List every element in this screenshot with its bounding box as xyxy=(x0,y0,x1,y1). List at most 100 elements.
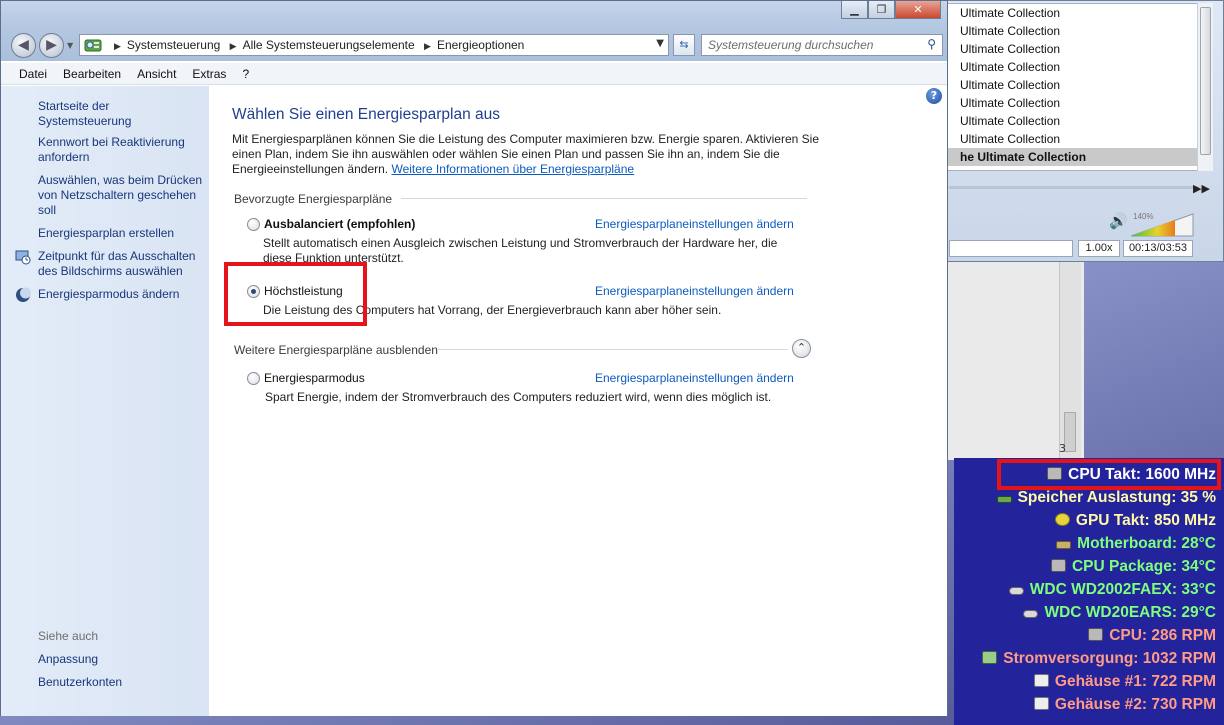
sensor-text: Gehäuse #2: 730 RPM xyxy=(1054,696,1216,713)
help-icon[interactable]: ? xyxy=(926,88,942,104)
scrollbar[interactable] xyxy=(1059,262,1081,460)
volume-percent: 140% xyxy=(1133,212,1154,221)
sensor-psu-fan: Stromversorgung: 1032 RPM xyxy=(982,648,1216,670)
breadcrumb: ▶ Systemsteuerung ▶ Alle Systemsteuerungse… xyxy=(108,35,524,55)
sidebar-link-display-off[interactable]: Zeitpunkt für das Ausschalten des Bildsc… xyxy=(38,249,203,279)
status-field xyxy=(949,240,1073,257)
menu-datei[interactable]: Datei xyxy=(11,63,55,84)
collapse-chevron-up-icon[interactable]: ⌃ xyxy=(792,339,811,358)
plan-radio-power-saver[interactable] xyxy=(247,372,260,385)
task-pane: Startseite der Systemsteuerung Kennwort … xyxy=(1,86,209,716)
seek-bar[interactable] xyxy=(949,186,1199,189)
plan-settings-link[interactable]: Energiesparplaneinstellungen ändern xyxy=(595,284,794,298)
close-button[interactable]: ✕ xyxy=(895,1,941,19)
media-player-window: Ultimate Collection Ultimate Collection … xyxy=(940,0,1224,262)
search-icon[interactable]: ⚲ xyxy=(927,37,936,51)
breadcrumb-item[interactable]: Energieoptionen xyxy=(437,38,524,52)
plan-name[interactable]: Ausbalanciert (empfohlen) xyxy=(264,217,415,231)
sensor-motherboard: Motherboard: 28°C xyxy=(1056,533,1216,555)
search-box[interactable]: ⚲ xyxy=(701,34,943,56)
playlist-item[interactable]: Ultimate Collection xyxy=(948,22,1198,40)
playlist-item[interactable]: Ultimate Collection xyxy=(948,58,1198,76)
sidebar-link-create-plan[interactable]: Energiesparplan erstellen xyxy=(38,226,203,241)
playlist-item[interactable]: Ultimate Collection xyxy=(948,4,1198,22)
breadcrumb-item[interactable]: Systemsteuerung xyxy=(127,38,220,52)
sidebar-link-sleep[interactable]: Energiesparmodus ändern xyxy=(38,287,203,302)
sensor-cpu-package: CPU Package: 34°C xyxy=(1050,556,1216,578)
refresh-icon: ⇆ xyxy=(679,38,689,51)
breadcrumb-item[interactable]: Alle Systemsteuerungselemente xyxy=(243,38,415,52)
scrollbar-thumb[interactable] xyxy=(1200,7,1211,155)
highlight-cpu-clock xyxy=(997,459,1221,490)
memory-icon xyxy=(996,496,1012,503)
see-also-heading: Siehe auch xyxy=(38,629,99,643)
sidebar-link-power-buttons[interactable]: Auswählen, was beim Drücken von Netzscha… xyxy=(38,173,203,218)
plan-name[interactable]: Energiesparmodus xyxy=(264,371,365,385)
main-content: ? Wählen Sie einen Energiesparplan aus M… xyxy=(209,86,947,716)
title-bar[interactable]: ▁ ❐ ✕ ◀ ▶ ▼ ▶ Systemsteuerung ▶ Alle Syste… xyxy=(1,1,947,61)
menu-help[interactable]: ? xyxy=(234,63,257,84)
chevron-right-icon[interactable]: ▶ xyxy=(114,41,121,51)
monitor-clock-icon xyxy=(15,250,31,265)
sensor-text: Gehäuse #1: 722 RPM xyxy=(1054,673,1216,690)
back-button[interactable]: ◀ xyxy=(11,33,36,58)
sidebar-link-password[interactable]: Kennwort bei Reaktivierung anfordern xyxy=(38,135,203,165)
menu-bearbeiten[interactable]: Bearbeiten xyxy=(55,63,129,84)
address-dropdown-icon[interactable]: ▼ xyxy=(656,38,664,49)
sensor-text: CPU: 286 RPM xyxy=(1109,627,1216,644)
control-panel-window: ▁ ❐ ✕ ◀ ▶ ▼ ▶ Systemsteuerung ▶ Alle Syste… xyxy=(0,0,948,716)
refresh-button[interactable]: ⇆ xyxy=(673,34,695,56)
playlist-scrollbar[interactable] xyxy=(1197,3,1213,171)
menu-ansicht[interactable]: Ansicht xyxy=(129,63,184,84)
plan-radio-balanced[interactable] xyxy=(247,218,260,231)
chevron-right-icon[interactable]: ▶ xyxy=(230,41,237,51)
moon-icon xyxy=(16,287,31,302)
more-info-link[interactable]: Weitere Informationen über Energiesparpl… xyxy=(391,162,634,176)
playlist-item[interactable]: Ultimate Collection xyxy=(948,94,1198,112)
next-track-icon[interactable]: ▶▶ xyxy=(1193,182,1210,195)
case-icon xyxy=(1033,674,1049,687)
sensor-drive-1: WDC WD2002FAEX: 33°C xyxy=(1008,579,1216,601)
caption-buttons: ▁ ❐ ✕ xyxy=(841,1,941,19)
preferred-plans-heading: Bevorzugte Energiesparpläne xyxy=(234,192,393,206)
group-divider xyxy=(438,349,788,350)
recent-pages-dropdown[interactable]: ▼ xyxy=(67,41,73,50)
page-title: Wählen Sie einen Energiesparplan aus xyxy=(232,106,500,123)
address-bar[interactable]: ▶ Systemsteuerung ▶ Alle Systemsteuerungse… xyxy=(79,34,669,56)
sensor-cpu-fan: CPU: 286 RPM xyxy=(1088,625,1216,647)
sensor-text: CPU Package: 34°C xyxy=(1071,558,1216,575)
search-input[interactable] xyxy=(708,37,918,53)
maximize-button[interactable]: ❐ xyxy=(868,1,895,19)
sensor-text: Speicher Auslastung: 35 % xyxy=(1017,489,1216,506)
case-icon xyxy=(1033,697,1049,710)
more-plans-heading[interactable]: Weitere Energiesparpläne ausblenden xyxy=(234,343,438,359)
playback-speed[interactable]: 1.00x xyxy=(1078,240,1120,257)
sidebar-link-user-accounts[interactable]: Benutzerkonten xyxy=(38,675,203,690)
highlight-high-performance xyxy=(224,262,367,326)
background-window: 3 xyxy=(944,262,1084,460)
playlist-item[interactable]: Ultimate Collection xyxy=(948,40,1198,58)
plan-settings-link[interactable]: Energiesparplaneinstellungen ändern xyxy=(595,217,794,231)
cpu-chip-icon xyxy=(1088,628,1104,641)
playlist-item[interactable]: Ultimate Collection xyxy=(948,76,1198,94)
sensor-case-fan-2: Gehäuse #2: 730 RPM xyxy=(1033,694,1216,716)
sidebar-link-personalization[interactable]: Anpassung xyxy=(38,652,203,667)
chevron-right-icon[interactable]: ▶ xyxy=(424,41,431,51)
playlist-item[interactable]: Ultimate Collection xyxy=(948,112,1198,130)
sensor-overlay: CPU Takt: 1600 MHz Speicher Auslastung: … xyxy=(954,458,1224,725)
plan-settings-link[interactable]: Energiesparplaneinstellungen ändern xyxy=(595,371,794,385)
plan-power-saver: Energiesparmodus Energiesparplaneinstell… xyxy=(247,371,807,407)
sensor-text: WDC WD20EARS: 29°C xyxy=(1044,604,1216,621)
intro-text: Mit Energiesparplänen können Sie die Lei… xyxy=(232,132,822,177)
speaker-icon[interactable]: 🔊 xyxy=(1109,212,1128,230)
sidebar-link-home[interactable]: Startseite der Systemsteuerung xyxy=(38,99,203,129)
forward-button[interactable]: ▶ xyxy=(39,33,64,58)
arrow-left-icon: ◀ xyxy=(18,37,29,53)
minimize-button[interactable]: ▁ xyxy=(841,1,868,19)
hard-drive-icon xyxy=(1008,587,1024,595)
playlist-item[interactable]: Ultimate Collection xyxy=(948,130,1198,148)
power-supply-icon xyxy=(982,651,998,664)
motherboard-icon xyxy=(1056,541,1072,549)
playlist-item-active[interactable]: he Ultimate Collection xyxy=(948,148,1198,166)
menu-extras[interactable]: Extras xyxy=(184,63,234,84)
